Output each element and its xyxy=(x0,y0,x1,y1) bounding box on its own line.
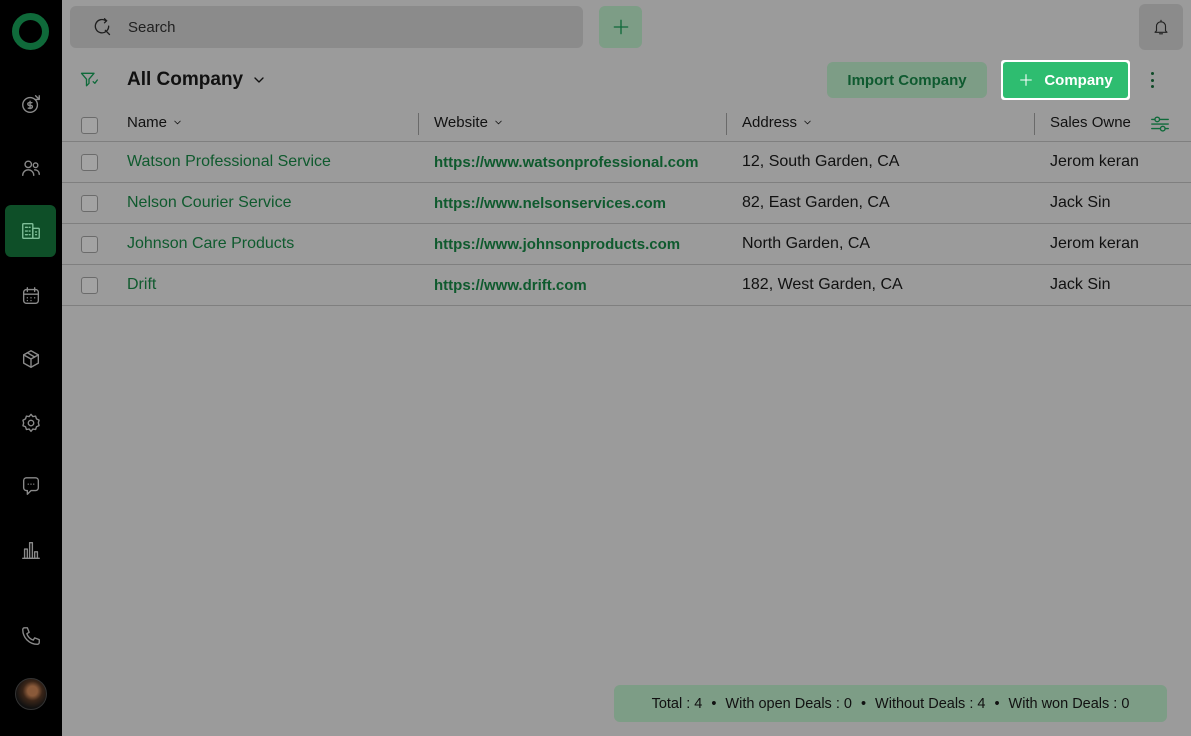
sidebar-item-messages[interactable] xyxy=(0,460,62,512)
page-title: All Company xyxy=(127,69,244,90)
summary-without-deals: Without Deals : 4 xyxy=(875,695,986,712)
plus-icon xyxy=(613,19,628,35)
sidebar-item-products[interactable] xyxy=(0,333,62,385)
sales-owner-cell: Jack Sin xyxy=(1050,194,1111,211)
search-bar[interactable] xyxy=(70,6,583,48)
companies-icon xyxy=(21,222,40,240)
add-company-button[interactable]: Company xyxy=(1001,60,1130,100)
sidebar-item-phone[interactable] xyxy=(0,610,62,662)
summary-open-deals: With open Deals : 0 xyxy=(725,695,852,712)
sidebar-item-deals[interactable] xyxy=(0,78,62,130)
address-cell: North Garden, CA xyxy=(742,235,871,252)
company-name-link[interactable]: Johnson Care Products xyxy=(127,235,294,253)
deals-icon xyxy=(22,95,40,113)
website-link[interactable]: https://www.johnsonproducts.com xyxy=(434,236,680,253)
separator-dot: • xyxy=(994,695,1000,712)
chevron-down-icon xyxy=(174,120,181,125)
products-icon xyxy=(22,350,40,368)
table-header: Name Website Address Sales Owne xyxy=(62,104,1191,142)
table-row[interactable]: Drift https://www.drift.com 182, West Ga… xyxy=(62,265,1191,306)
sales-owner-cell: Jerom keran xyxy=(1050,153,1139,170)
sales-owner-cell: Jerom keran xyxy=(1050,235,1139,252)
view-selector[interactable]: All Company xyxy=(127,69,267,91)
import-company-button[interactable]: Import Company xyxy=(827,62,987,98)
quick-add-button[interactable] xyxy=(599,6,642,48)
address-cell: 82, East Garden, CA xyxy=(742,194,890,211)
column-divider[interactable] xyxy=(1034,113,1035,135)
summary-won-deals: With won Deals : 0 xyxy=(1008,695,1130,712)
company-table: Name Website Address Sales Owne Watson P… xyxy=(62,104,1191,306)
reports-icon xyxy=(22,541,40,559)
sidebar-item-reports[interactable] xyxy=(0,524,62,576)
messages-icon xyxy=(22,477,40,495)
phone-icon xyxy=(22,627,40,645)
website-link[interactable]: https://www.watsonprofessional.com xyxy=(434,154,698,171)
user-avatar[interactable] xyxy=(15,678,47,710)
row-checkbox[interactable] xyxy=(81,277,98,294)
sidebar-item-companies[interactable] xyxy=(5,205,56,257)
notifications-button[interactable] xyxy=(1139,4,1183,50)
sidebar-item-calendar[interactable] xyxy=(0,270,62,322)
bell-icon xyxy=(1154,19,1168,35)
column-header-name[interactable]: Name xyxy=(127,104,417,141)
sidebar-item-contacts[interactable] xyxy=(0,142,62,194)
address-cell: 12, South Garden, CA xyxy=(742,153,900,170)
column-settings-icon[interactable] xyxy=(1149,113,1171,135)
settings-icon xyxy=(22,413,40,433)
separator-dot: • xyxy=(711,695,717,712)
column-divider[interactable] xyxy=(418,113,419,135)
row-checkbox[interactable] xyxy=(81,154,98,171)
column-header-sales-owner[interactable]: Sales Owne xyxy=(1050,104,1142,141)
sales-owner-cell: Jack Sin xyxy=(1050,276,1111,293)
separator-dot: • xyxy=(860,695,867,712)
column-header-address[interactable]: Address xyxy=(742,104,1032,141)
column-header-website[interactable]: Website xyxy=(434,104,724,141)
chevron-down-icon xyxy=(804,120,811,125)
select-all-checkbox[interactable] xyxy=(81,117,98,134)
import-company-label: Import Company xyxy=(847,71,967,89)
filter-icon[interactable] xyxy=(79,70,99,90)
more-options-icon[interactable] xyxy=(1143,70,1161,90)
search-icon xyxy=(94,18,111,36)
summary-total: Total : 4 xyxy=(651,695,703,712)
calendar-icon xyxy=(22,287,40,305)
table-row[interactable]: Johnson Care Products https://www.johnso… xyxy=(62,224,1191,265)
company-name-link[interactable]: Watson Professional Service xyxy=(127,153,331,171)
search-input[interactable] xyxy=(128,18,528,36)
table-row[interactable]: Nelson Courier Service https://www.nelso… xyxy=(62,183,1191,224)
contacts-icon xyxy=(22,160,40,177)
website-link[interactable]: https://www.drift.com xyxy=(434,277,587,294)
sidebar-item-settings[interactable] xyxy=(0,397,62,449)
website-link[interactable]: https://www.nelsonservices.com xyxy=(434,195,666,212)
plus-icon xyxy=(1020,74,1033,86)
add-company-label: Company xyxy=(1044,71,1113,89)
chevron-down-icon xyxy=(495,120,502,125)
app-logo[interactable] xyxy=(12,13,49,50)
sidebar xyxy=(0,0,62,736)
company-name-link[interactable]: Drift xyxy=(127,276,156,294)
chevron-down-icon xyxy=(254,77,264,83)
deal-summary-bar: Total : 4 • With open Deals : 0 • Withou… xyxy=(614,685,1167,722)
column-divider[interactable] xyxy=(726,113,727,135)
company-name-link[interactable]: Nelson Courier Service xyxy=(127,194,292,212)
row-checkbox[interactable] xyxy=(81,195,98,212)
table-row[interactable]: Watson Professional Service https://www.… xyxy=(62,142,1191,183)
row-checkbox[interactable] xyxy=(81,236,98,253)
address-cell: 182, West Garden, CA xyxy=(742,276,903,293)
